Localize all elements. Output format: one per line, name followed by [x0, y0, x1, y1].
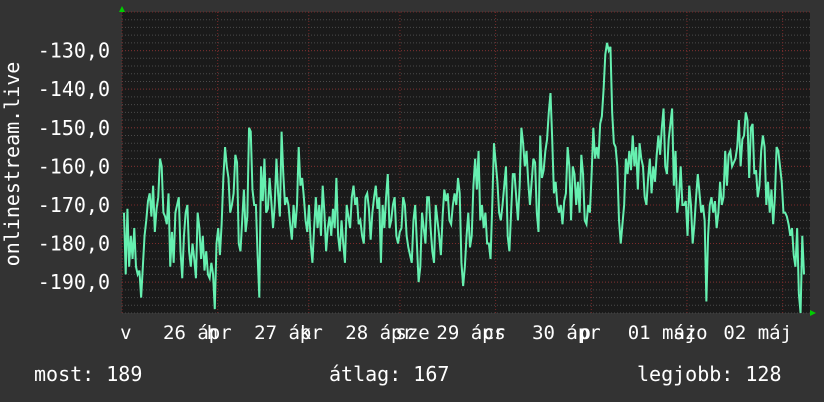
x-tick-label: 02 máj [723, 322, 792, 344]
x-tick-label: k [300, 322, 312, 344]
best-number: 128 [745, 362, 782, 386]
chart-container: -130,0 -140,0 -150,0 -160,0 -170,0 -180,0 -190… [0, 0, 824, 402]
y-tick-label: -160,0 [38, 154, 110, 178]
x-tick-label: cs [483, 322, 506, 344]
x-tick-label: 27 ápr [254, 322, 323, 344]
x-axis-arrow-icon [810, 310, 816, 316]
average-value: átlag: 167 [329, 362, 449, 386]
y-axis-ticks: -130,0 -140,0 -150,0 -160,0 -170,0 -180,0 -190… [38, 39, 110, 295]
current-number: 189 [106, 362, 143, 386]
best-value: legjobb: 128 [637, 362, 782, 386]
y-tick-label: -150,0 [38, 116, 110, 140]
y-tick-label: -130,0 [38, 39, 110, 63]
y-tick-label: -190,0 [38, 270, 110, 294]
average-number: 167 [413, 362, 450, 386]
x-tick-label: v [120, 322, 131, 344]
x-tick-label: sze [395, 322, 429, 344]
x-tick-label: p [579, 322, 590, 344]
current-label: most: [34, 362, 95, 386]
x-axis-ticks: v 26 áprh 27 áprk 28 áprsze 29 áprcs 30 áprp 0… [120, 322, 792, 344]
y-tick-label: -140,0 [38, 77, 110, 101]
x-tick-label: 26 ápr [163, 322, 232, 344]
y-axis-label: onlinestream.live [0, 62, 24, 267]
average-label: átlag: [329, 362, 402, 386]
x-tick-label: h [207, 322, 218, 344]
y-axis-arrow-icon [119, 6, 125, 12]
x-tick-label: szo [673, 322, 707, 344]
y-tick-label: -180,0 [38, 232, 110, 256]
rrd-line-chart: -130,0 -140,0 -150,0 -160,0 -170,0 -180,0 -190… [0, 6, 816, 344]
best-label: legjobb: [637, 362, 734, 386]
current-value: most: 189 [34, 362, 142, 386]
y-tick-label: -170,0 [38, 193, 110, 217]
